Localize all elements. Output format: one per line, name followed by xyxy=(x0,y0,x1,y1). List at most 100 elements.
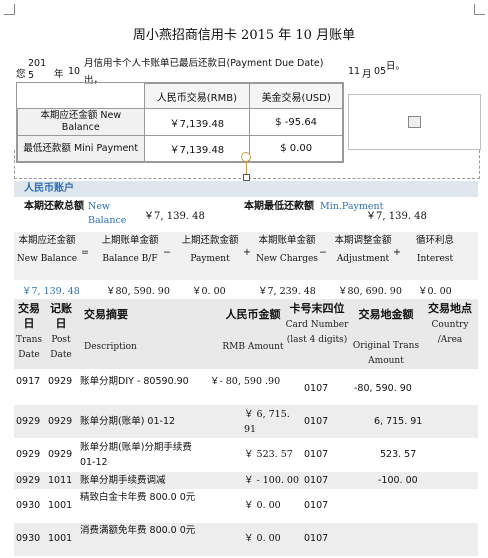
col-cn: 交易地点 xyxy=(428,302,472,315)
cell-description: 账单分期手续费调减 xyxy=(80,475,166,486)
cell-trans-date: 0929 xyxy=(16,475,41,486)
statement-due-month: 11 xyxy=(348,66,361,77)
cell-trans-date: 0930 xyxy=(16,500,41,511)
statement-year: 201 5 xyxy=(28,58,47,81)
calc-op: = xyxy=(81,247,89,258)
cell-post-date: 1001 xyxy=(48,533,73,544)
calc-item: 上期账单金额 Balance B/F xyxy=(90,234,170,266)
table-row: 0930 1001 精致白金卡年费 800.0 0元 ￥ 0. 00 0107 xyxy=(14,490,478,522)
col-post-date: 记账日 Post Date xyxy=(46,301,76,363)
cell-trans-date: 0930 xyxy=(16,533,41,544)
cell-post-date: 0929 xyxy=(48,449,73,460)
col-original-amount: 交易地金额 Original Trans Amount xyxy=(350,307,422,369)
calc-value: ￥80, 590. 90 xyxy=(106,286,170,297)
calc-value: ￥80, 690. 90 xyxy=(338,286,402,297)
col-en: Card Number (last 4 digits) xyxy=(285,320,349,345)
cell-card: 0107 xyxy=(304,449,329,460)
table-row: 0929 0929 账单分期(账单) 01-12 ￥ 6, 715. 91 01… xyxy=(14,405,478,438)
cell-post-date: 1001 xyxy=(48,500,73,511)
cell-card: 0107 xyxy=(304,500,329,511)
min-label: 本期最低还款额 xyxy=(244,201,314,212)
account-section-title: 人民币账户 xyxy=(14,181,478,197)
cell-rmb: ￥ 0. 00 xyxy=(244,533,281,544)
col-cn: 卡号末四位 xyxy=(289,302,345,315)
col-card-number: 卡号末四位 Card Number (last 4 digits) xyxy=(284,301,350,348)
total-label: 本期还款总额 xyxy=(24,201,84,212)
calc-item-en: New Charges xyxy=(256,254,318,264)
cell-description: 消费满额免年费 800.0 0元 xyxy=(80,525,196,536)
corner-mark-tl xyxy=(4,4,15,15)
calc-item-en: Balance B/F xyxy=(102,254,158,264)
statement-p1: 您 xyxy=(16,69,26,80)
calc-value: ￥0. 00 xyxy=(192,286,226,297)
calc-item: 循环利息 Interest xyxy=(402,234,468,266)
calc-op: + xyxy=(243,247,251,258)
col-description: 交易摘要 Description xyxy=(84,307,154,355)
cell-card: 0107 xyxy=(304,383,329,394)
cell-post-date: 1011 xyxy=(48,475,73,486)
summary-row-rmb: ￥7,139.48 xyxy=(143,108,251,136)
cell-description: 账单分期(账单)分期手续费 01-12 xyxy=(80,442,192,468)
resize-handle[interactable] xyxy=(243,174,250,181)
summary-col-rmb: 人民币交易(RMB) xyxy=(143,83,251,109)
cell-rmb: ￥ 6, 715. 91 xyxy=(244,409,290,435)
table-row: 0929 0929 账单分期(账单)分期手续费 01-12 ￥ 523. 57 … xyxy=(14,439,478,471)
col-en: RMB Amount xyxy=(222,342,284,352)
rotate-handle[interactable] xyxy=(241,152,251,162)
table-row: 0930 1001 消费满额免年费 800.0 0元 ￥ 0. 00 0107 xyxy=(14,523,478,556)
calc-item-cn: 本期调整金额 xyxy=(334,235,392,246)
calc-values: ￥7, 139. 48 ￥80, 590. 90 ￥0. 00 ￥7, 239.… xyxy=(14,283,478,297)
calc-value: ￥7, 239. 48 xyxy=(258,286,316,297)
cell-rmb: ￥- 80, 590 .90 xyxy=(210,376,281,387)
calc-item-en: Adjustment xyxy=(336,254,390,264)
col-cn: 交易摘要 xyxy=(84,308,128,321)
cell-rmb: ￥ 0. 00 xyxy=(244,500,281,511)
balance-row: 本期还款总额 New Balance ￥7, 139. 48 本期最低还款额 M… xyxy=(14,198,478,230)
col-trans-date: 交易日 Trans Date xyxy=(14,301,44,363)
min-en: Min.Payment xyxy=(320,201,384,212)
calc-item-cn: 本期应还金额 xyxy=(18,235,76,246)
calc-op: + xyxy=(393,247,401,258)
total-en: New Balance xyxy=(88,201,127,226)
calc-item-en: Interest xyxy=(416,254,454,264)
cell-description: 精致白金卡年费 800.0 0元 xyxy=(80,492,196,503)
col-rmb-amount: 人民币金额 RMB Amount xyxy=(218,307,288,355)
table-row: 0929 1011 账单分期手续费调减 ￥ - 100. 00 0107 -10… xyxy=(14,472,478,489)
min-value: ￥7, 139. 48 xyxy=(366,211,427,222)
col-en: Country /Area xyxy=(431,320,469,345)
calc-item-cn: 上期还款金额 xyxy=(181,235,239,246)
cell-original: -100. 00 xyxy=(378,475,418,486)
col-en: Trans Date xyxy=(15,335,43,360)
cell-original: 6, 715. 91 xyxy=(374,416,423,427)
calc-item-cn: 本期账单金额 xyxy=(258,235,316,246)
cell-rmb: ￥ - 100. 00 xyxy=(244,475,300,486)
calc-item-en: New Balance xyxy=(16,254,78,264)
calc-item-en: Payment xyxy=(190,254,230,264)
cell-original: 523. 57 xyxy=(380,449,417,460)
summary-col-usd: 美金交易(USD) xyxy=(249,83,343,109)
calc-item-cn: 上期账单金额 xyxy=(101,235,159,246)
cell-description: 账单分期DIY - 80590.90 xyxy=(80,376,189,387)
balance-calculation: 本期应还金额 New Balance = 上期账单金额 Balance B/F … xyxy=(14,232,478,280)
calc-item: 本期调整金额 Adjustment xyxy=(328,234,398,266)
calc-item-cn: 循环利息 xyxy=(415,235,454,246)
col-country: 交易地点 Country /Area xyxy=(424,301,476,348)
calc-value: ￥7, 139. 48 xyxy=(22,286,80,297)
summary-corner xyxy=(17,83,145,109)
cell-trans-date: 0929 xyxy=(16,416,41,427)
statement-p3: 月信用卡个人卡账单已最后还款日(Payment Due Date) xyxy=(84,58,324,69)
calc-item: 上期还款金额 Payment xyxy=(174,234,246,266)
col-cn: 交易日 xyxy=(18,302,40,330)
col-cn: 交易地金额 xyxy=(358,308,414,321)
col-en: Original Trans Amount xyxy=(352,341,420,366)
col-cn: 记账日 xyxy=(50,302,72,330)
cell-description: 账单分期(账单) 01-12 xyxy=(80,416,176,427)
cell-original: -80, 590. 90 xyxy=(354,383,412,394)
calc-value: ￥0. 00 xyxy=(418,286,452,297)
cell-trans-date: 0929 xyxy=(16,449,41,460)
total-value: ￥7, 139. 48 xyxy=(144,211,205,222)
cell-card: 0107 xyxy=(304,416,329,427)
col-en: Description xyxy=(84,342,137,352)
statement-p2: 年 xyxy=(54,69,64,80)
statement-due-day: 05 xyxy=(374,66,387,77)
